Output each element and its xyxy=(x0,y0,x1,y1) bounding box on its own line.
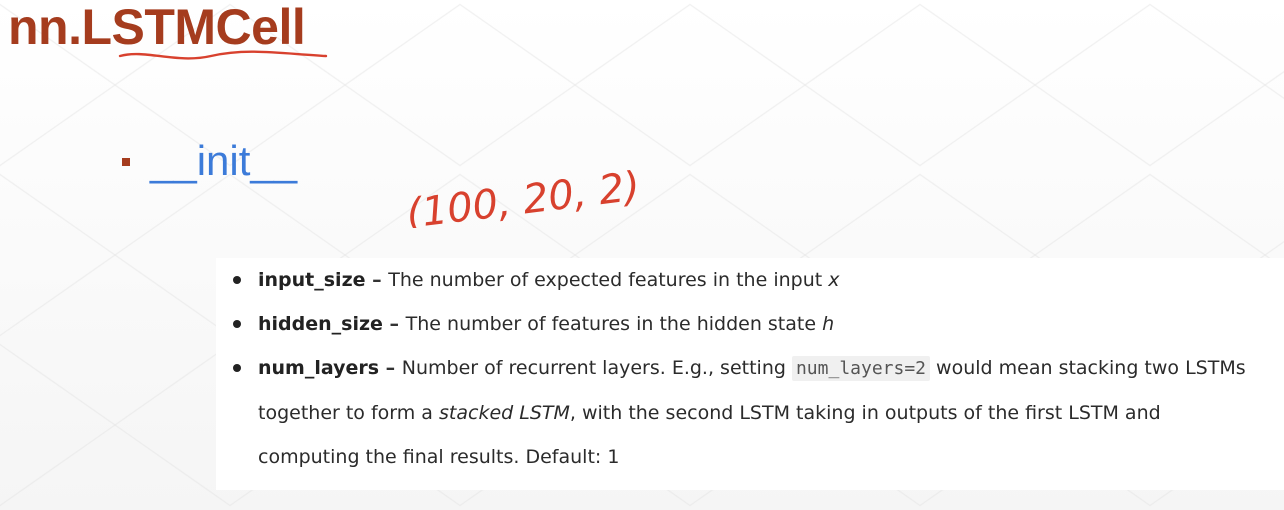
param-name: hidden_size xyxy=(258,313,383,335)
handwritten-annotation: (100, 20, 2) xyxy=(404,163,643,228)
param-num-layers: num_layers – Number of recurrent layers.… xyxy=(233,346,1248,479)
param-name: num_layers xyxy=(258,357,380,379)
section-init: __init__ xyxy=(122,136,297,186)
title-underline-annotation xyxy=(118,50,328,60)
bullet-icon xyxy=(233,320,241,328)
bullet-icon xyxy=(233,276,241,284)
code-snippet: num_layers=2 xyxy=(791,356,931,381)
section-label: __init__ xyxy=(150,137,298,184)
param-hidden-size: hidden_size – The number of features in … xyxy=(233,302,1248,346)
param-emphasis: stacked LSTM xyxy=(439,402,570,424)
param-dash: – xyxy=(379,357,402,379)
param-dash: – xyxy=(365,269,389,291)
slide: nn.LSTMCell __init__ (100, 20, 2) input_… xyxy=(0,0,1284,510)
square-bullet-icon xyxy=(122,158,130,166)
bullet-icon xyxy=(233,364,241,372)
param-dash: – xyxy=(382,313,406,335)
param-desc-1: Number of recurrent layers. E.g., settin… xyxy=(401,357,792,379)
param-var: x xyxy=(828,269,840,291)
parameter-list: input_size – The number of expected feat… xyxy=(233,258,1248,479)
annotation-text: (100, 20, 2) xyxy=(404,163,643,228)
param-input-size: input_size – The number of expected feat… xyxy=(233,258,1248,302)
param-var: h xyxy=(822,313,835,335)
param-desc: The number of features in the hidden sta… xyxy=(405,313,823,335)
param-name: input_size xyxy=(258,269,366,291)
param-desc: The number of expected features in the i… xyxy=(388,269,829,291)
parameter-doc: input_size – The number of expected feat… xyxy=(216,258,1284,490)
